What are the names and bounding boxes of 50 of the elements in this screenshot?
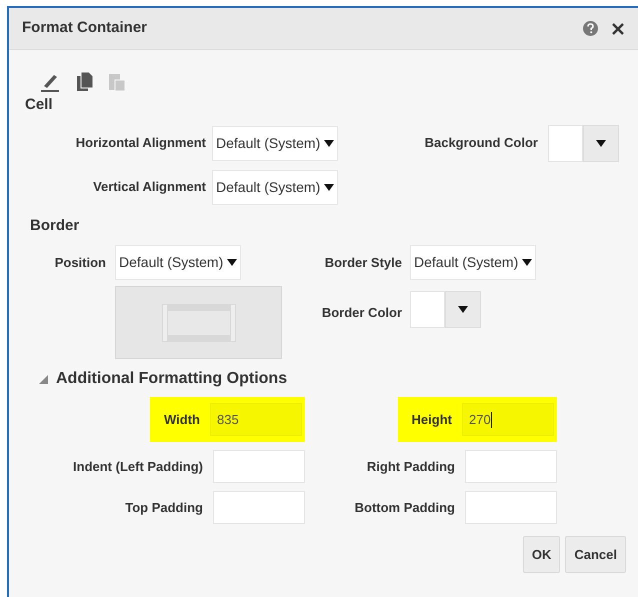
- section-heading: Cell: [25, 95, 54, 115]
- dropdown-button[interactable]: [583, 124, 619, 162]
- select-dropdown[interactable]: Default (System): [212, 126, 338, 160]
- dialog-button[interactable]: Cancel: [565, 536, 626, 573]
- close-icon[interactable]: [612, 22, 624, 34]
- window-title: Format Container: [22, 18, 148, 38]
- caret-icon: [522, 259, 532, 266]
- field-label: Vertical Alignment: [92, 178, 207, 196]
- select-dropdown[interactable]: Default (System): [115, 245, 242, 280]
- field-label: Right Padding: [366, 458, 455, 476]
- select-dropdown[interactable]: Default (System): [410, 245, 536, 280]
- color-swatch[interactable]: [410, 291, 445, 328]
- dropdown-button[interactable]: [445, 291, 481, 328]
- field-label: Position: [54, 254, 107, 272]
- expand-triangle-icon[interactable]: [39, 374, 48, 384]
- caret-icon: [227, 259, 238, 266]
- input-field[interactable]: 270: [462, 403, 554, 436]
- select-value: Default (System): [414, 253, 518, 272]
- copy-icon[interactable]: [76, 72, 94, 92]
- field-label: Top Padding: [125, 498, 203, 517]
- section-heading: Additional Formatting Options: [56, 369, 288, 389]
- caret-icon: [324, 184, 334, 190]
- dialog-button[interactable]: OK: [522, 536, 560, 573]
- input-value: 835: [217, 410, 239, 429]
- border-preview[interactable]: [115, 286, 282, 359]
- field-label: Border Color: [320, 304, 403, 322]
- input-field[interactable]: [213, 450, 305, 483]
- field-label: Bottom Padding: [354, 498, 455, 517]
- caret-icon: [596, 140, 606, 146]
- select-value: Default (System): [216, 134, 320, 153]
- input-field[interactable]: 835: [210, 403, 302, 436]
- brush-icon[interactable]: [40, 72, 62, 92]
- help-icon[interactable]: [583, 21, 598, 36]
- select-value: Default (System): [216, 178, 320, 197]
- select-value: Default (System): [119, 253, 224, 272]
- input-field[interactable]: [213, 491, 305, 524]
- caret-icon: [458, 306, 468, 313]
- input-field[interactable]: [465, 450, 557, 483]
- field-label: Height: [412, 410, 452, 429]
- input-field[interactable]: [465, 491, 557, 524]
- field-label: Border Style: [324, 254, 403, 272]
- caret-icon: [324, 140, 334, 146]
- input-value: 270: [469, 410, 491, 429]
- field-label: Indent (Left Padding): [73, 458, 203, 476]
- select-dropdown[interactable]: Default (System): [212, 170, 338, 204]
- color-swatch[interactable]: [548, 124, 583, 162]
- field-label: Horizontal Alignment: [74, 134, 207, 152]
- section-heading: Border: [29, 216, 80, 236]
- field-label: Width: [164, 410, 200, 429]
- field-label: Background Color: [424, 134, 539, 152]
